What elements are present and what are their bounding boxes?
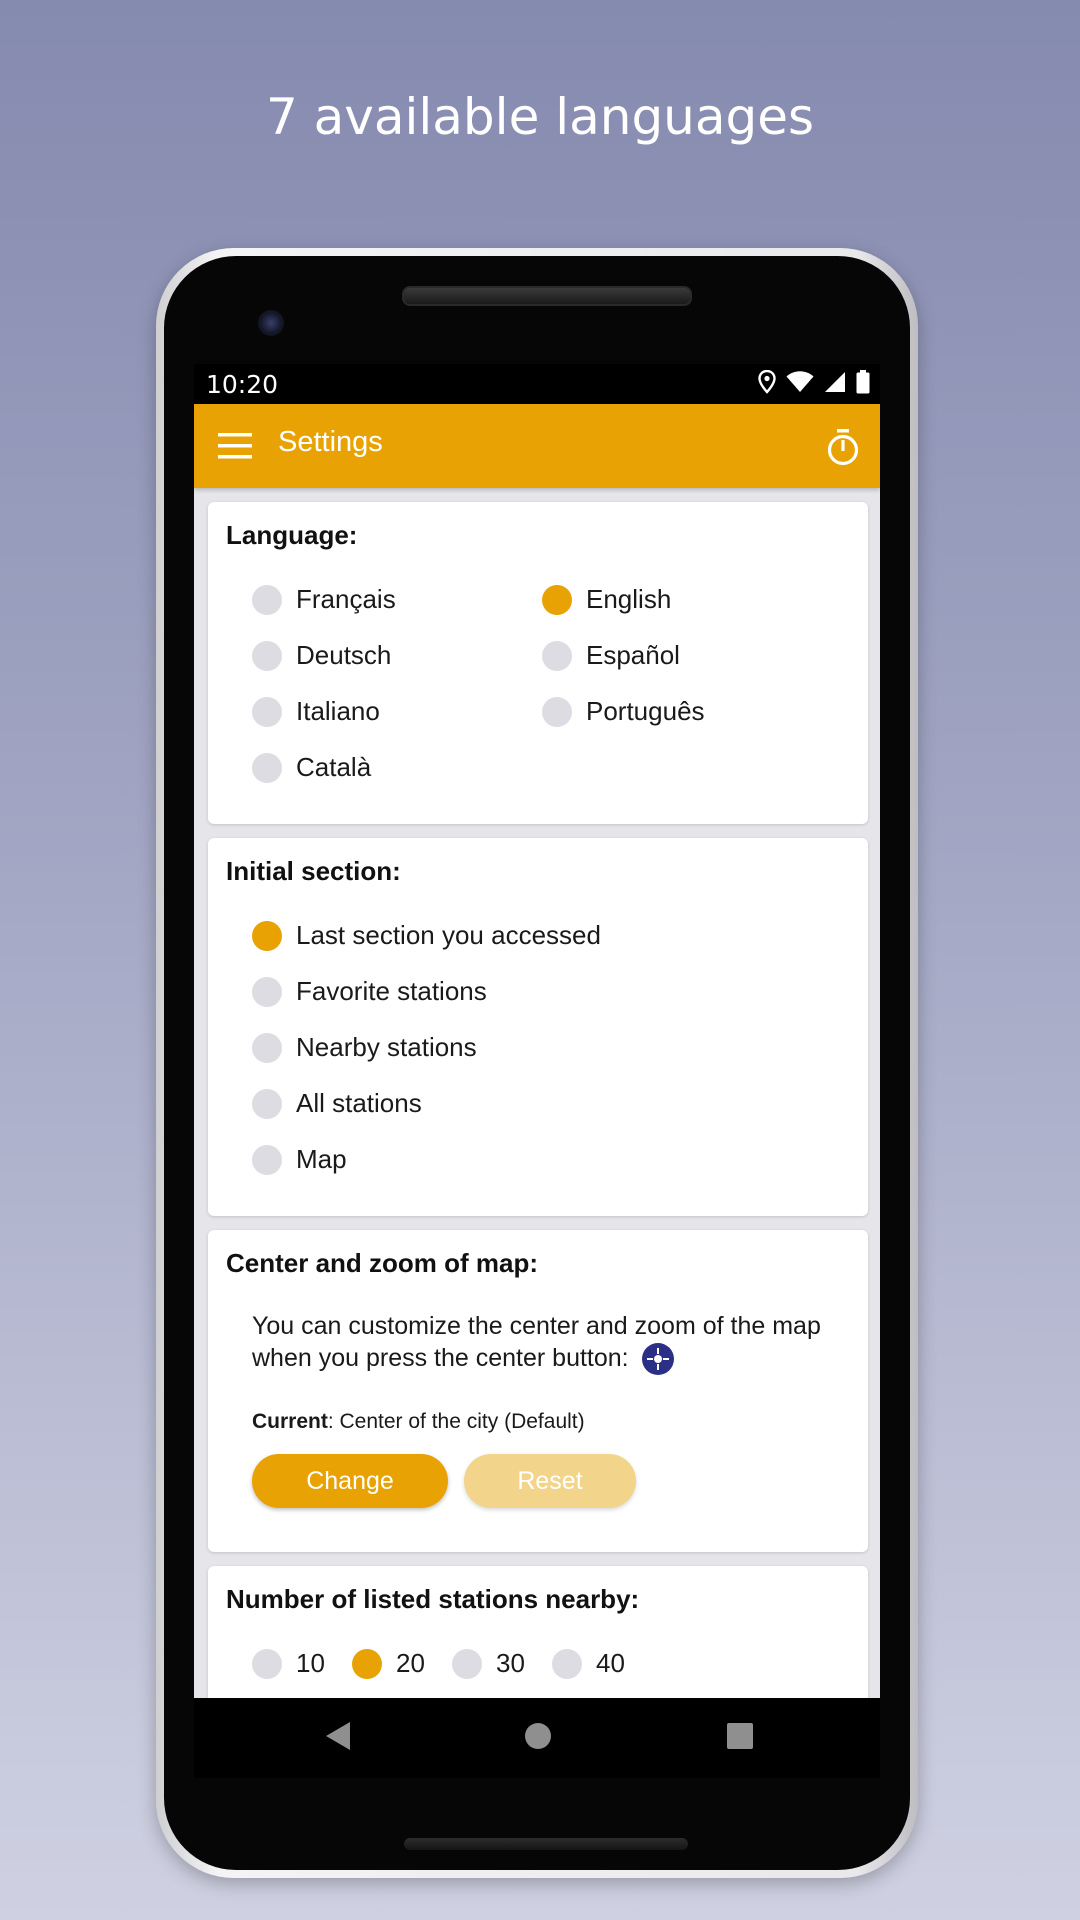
status-bar: 10:20 [194,364,880,404]
radio-label: 40 [596,1648,625,1678]
radio-label: Favorite stations [296,976,487,1006]
initial-option-map[interactable]: Map [252,1144,347,1175]
language-option-portugues[interactable]: Português [542,696,705,727]
nearby-option-40[interactable]: 40 [552,1648,625,1679]
status-time: 10:20 [206,370,279,399]
location-icon [758,370,776,394]
radio-favorite-stations[interactable] [252,976,282,1007]
radio-label: English [586,584,672,614]
radio-label: Deutsch [296,640,392,670]
radio-label: Nearby stations [296,1032,477,1062]
map-center-title: Center and zoom of map: [226,1248,539,1278]
map-center-description-text: You can customize the center and zoom of… [252,1312,821,1372]
radio-all-stations[interactable] [252,1088,282,1119]
radio-portugues[interactable] [542,696,572,727]
radio-label: Italiano [296,696,380,726]
initial-option-last-section[interactable]: Last section you accessed [252,920,601,951]
radio-last-section-selected[interactable] [252,920,282,951]
radio-30[interactable] [452,1648,482,1679]
map-center-description: You can customize the center and zoom of… [252,1310,842,1376]
language-option-deutsch[interactable]: Deutsch [252,640,391,671]
front-camera [258,310,284,336]
initial-section-title: Initial section: [226,856,401,886]
radio-catala[interactable] [252,752,282,783]
cellular-signal-icon [825,372,845,392]
current-value: : Center of the city (Default) [327,1410,585,1433]
radio-italiano[interactable] [252,696,282,727]
initial-option-nearby-stations[interactable]: Nearby stations [252,1032,477,1063]
radio-deutsch[interactable] [252,640,282,671]
radio-francais[interactable] [252,584,282,615]
language-option-francais[interactable]: Français [252,584,396,615]
radio-map[interactable] [252,1144,282,1175]
timer-icon[interactable] [826,428,860,466]
language-card: Language: Français English Deutsch Españ… [208,502,868,824]
phone-screen: 10:20 Settings Language: Français Englis… [194,364,880,1778]
initial-option-all-stations[interactable]: All stations [252,1088,422,1119]
current-label: Current [252,1410,328,1433]
nearby-count-card: Number of listed stations nearby: 10 20 … [208,1566,868,1698]
language-title: Language: [226,520,358,550]
nearby-option-30[interactable]: 30 [452,1648,525,1679]
bottom-speaker [404,1838,688,1850]
radio-espanol[interactable] [542,640,572,671]
initial-option-favorite-stations[interactable]: Favorite stations [252,976,487,1007]
battery-icon [856,370,870,394]
back-icon[interactable] [324,1720,352,1752]
wifi-icon [786,371,814,392]
radio-label: Español [586,640,680,670]
language-option-catala[interactable]: Català [252,752,371,783]
earpiece-speaker [402,286,692,306]
radio-40[interactable] [552,1648,582,1679]
system-nav-bar [194,1698,880,1778]
app-bar: Settings [194,404,880,488]
current-center-line: Current: Center of the city (Default) [252,1410,585,1434]
radio-nearby-stations[interactable] [252,1032,282,1063]
language-option-italiano[interactable]: Italiano [252,696,380,727]
menu-icon[interactable] [218,433,252,459]
radio-20-selected[interactable] [352,1648,382,1679]
map-center-card: Center and zoom of map: You can customiz… [208,1230,868,1552]
radio-label: Last section you accessed [296,920,601,950]
initial-section-card: Initial section: Last section you access… [208,838,868,1216]
recents-icon[interactable] [726,1722,754,1750]
radio-label: Map [296,1144,347,1174]
home-icon[interactable] [524,1722,552,1750]
language-option-espanol[interactable]: Español [542,640,680,671]
nearby-count-title: Number of listed stations nearby: [226,1584,640,1614]
center-map-icon [641,1343,674,1376]
nearby-option-10[interactable]: 10 [252,1648,325,1679]
page-title: Settings [278,426,383,458]
settings-list[interactable]: Language: Français English Deutsch Españ… [194,488,880,1698]
radio-label: Français [296,584,396,614]
radio-label: All stations [296,1088,422,1118]
radio-label: 10 [296,1648,325,1678]
reset-button[interactable]: Reset [464,1454,636,1508]
language-option-english[interactable]: English [542,584,671,615]
radio-10[interactable] [252,1648,282,1679]
radio-label: Português [586,696,705,726]
radio-english-selected[interactable] [542,584,572,615]
radio-label: Català [296,752,372,782]
status-icons [758,370,870,394]
radio-label: 30 [496,1648,525,1678]
promo-title: 7 available languages [265,88,815,146]
radio-label: 20 [396,1648,425,1678]
change-button[interactable]: Change [252,1454,448,1508]
nearby-option-20[interactable]: 20 [352,1648,425,1679]
